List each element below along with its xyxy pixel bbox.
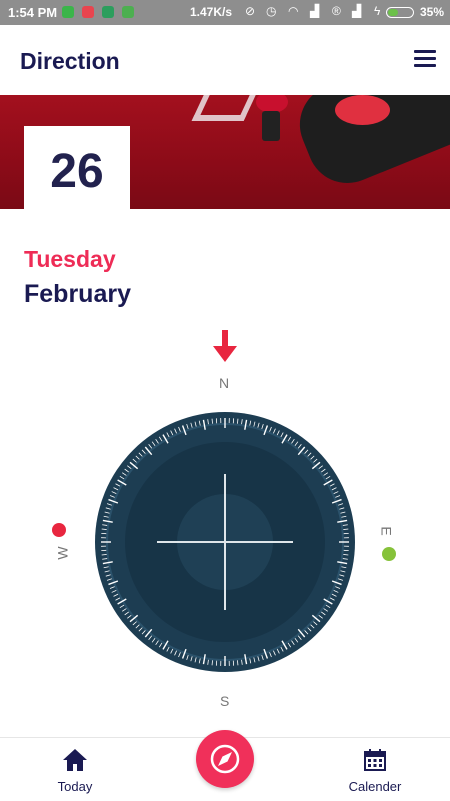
north-label: N bbox=[219, 375, 229, 391]
dial-tick bbox=[237, 660, 238, 665]
dial-tick bbox=[102, 529, 107, 530]
dial-tick bbox=[343, 554, 348, 555]
north-arrow-icon bbox=[213, 330, 237, 362]
compass-dial bbox=[95, 412, 355, 672]
south-label: S bbox=[220, 693, 229, 709]
dial-tick bbox=[343, 529, 348, 530]
west-dot bbox=[52, 523, 66, 537]
tab-today[interactable]: Today bbox=[35, 748, 115, 794]
compass-graphic bbox=[0, 0, 450, 800]
compass-fab-button[interactable] bbox=[196, 730, 254, 788]
compass-icon bbox=[196, 730, 254, 788]
dial-tick bbox=[237, 419, 238, 424]
tab-calendar[interactable]: Calender bbox=[335, 748, 415, 794]
west-label: W bbox=[55, 546, 71, 559]
compass-area: N S W E bbox=[0, 0, 450, 800]
tab-today-label: Today bbox=[35, 779, 115, 794]
calendar-icon bbox=[363, 748, 387, 772]
dial-tick bbox=[212, 660, 213, 665]
tab-calendar-label: Calender bbox=[335, 779, 415, 794]
dial-tick bbox=[102, 554, 107, 555]
home-icon bbox=[62, 748, 88, 772]
east-label: E bbox=[379, 526, 395, 535]
east-dot bbox=[382, 547, 396, 561]
dial-tick bbox=[212, 419, 213, 424]
